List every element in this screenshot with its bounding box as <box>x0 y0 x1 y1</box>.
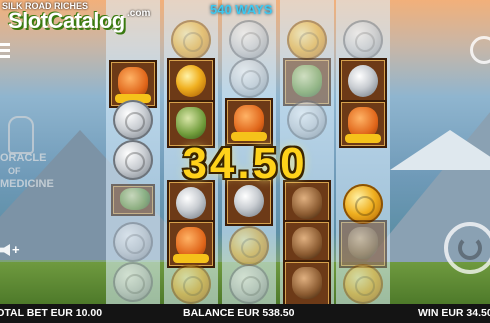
ways-label: 540 WAYS <box>210 2 273 17</box>
symbol-gold-coin <box>229 226 269 266</box>
symbol-gold-coin <box>343 264 383 304</box>
spin-button[interactable] <box>444 222 490 274</box>
symbol-silver-coin <box>113 262 153 302</box>
oracle-line-3: MEDICINE <box>0 178 54 190</box>
total-bet-label: TOTAL BET EUR 10.00 <box>0 307 103 319</box>
symbol-silver-coin <box>229 20 269 60</box>
win-label: WIN EUR 34.50 <box>418 307 490 319</box>
symbol-silver-coin <box>113 100 153 140</box>
symbol-gold-coin <box>171 20 211 60</box>
symbol-silver-coin <box>229 58 269 98</box>
top-bar: SILK ROAD RICHES SlotCatalog .com 540 WA… <box>0 0 490 33</box>
oracle-line-2: OF <box>8 166 21 176</box>
background-snow-peak <box>390 130 490 170</box>
oracle-line-1: ORACLE <box>0 152 47 164</box>
win-amount-display: 34.50 <box>182 139 308 188</box>
symbol-silver-coin-tile <box>339 58 387 106</box>
bottom-bar: TOTAL BET EUR 10.00 BALANCE EUR 538.50 W… <box>0 304 490 323</box>
balance-label: BALANCE EUR 538.50 <box>183 307 295 319</box>
symbol-gold-coin <box>343 184 383 224</box>
site-logo-suffix: .com <box>127 8 151 19</box>
symbol-caravan <box>283 260 331 308</box>
oracle-of-medicine-panel: ORACLE OF MEDICINE <box>0 116 60 206</box>
symbol-gold-coin <box>287 20 327 60</box>
menu-icon[interactable] <box>0 40 10 60</box>
symbol-silver-coin <box>287 100 327 140</box>
symbol-silver-coin <box>113 222 153 262</box>
symbol-silver-coin <box>343 20 383 60</box>
symbol-gold-coin <box>171 264 211 304</box>
symbol-treasure-chest <box>283 58 331 106</box>
autoplay-icon[interactable] <box>470 36 490 64</box>
symbol-gold-coin-tile <box>167 58 215 106</box>
symbol-silver-coin <box>229 264 269 304</box>
sound-plus-icon[interactable]: + <box>0 236 22 264</box>
symbol-spice-bag <box>167 220 215 268</box>
symbol-caravan <box>339 220 387 268</box>
site-logo: SlotCatalog <box>8 8 125 33</box>
caduceus-icon <box>8 116 34 154</box>
